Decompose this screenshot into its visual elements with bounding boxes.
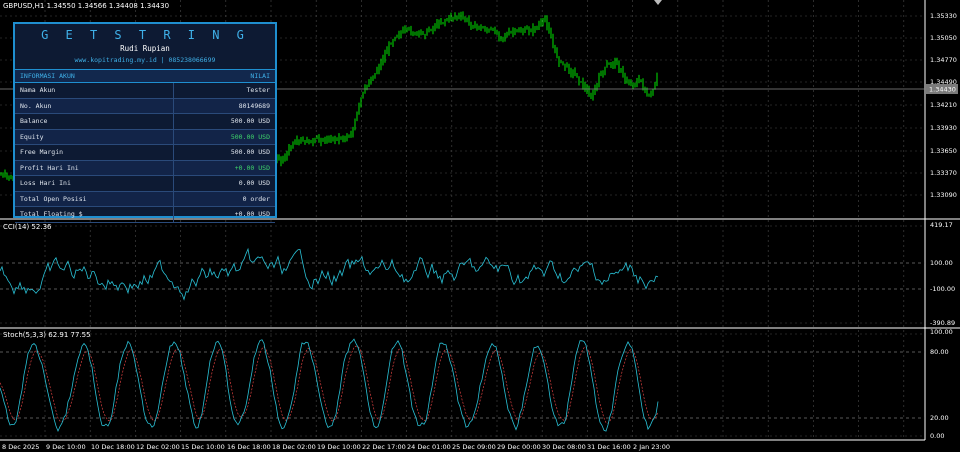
row-label: Equity [15,129,174,145]
row-value: 500.00 USD [172,144,275,161]
time-tick: 18 Dec 02:00 [272,443,316,451]
stoch-tick: 20.00 [930,414,949,422]
time-tick: 22 Dec 17:00 [362,443,406,451]
time-scale: 8 Dec 2025 9 Dec 10:00 10 Dec 18:00 12 D… [2,443,670,451]
cci-tick: -100.00 [930,285,955,293]
price-tick: 1.35050 [930,34,957,42]
row-label: No. Akun [15,98,174,114]
time-tick: 30 Dec 08:00 [542,443,586,451]
row-label: Profit Hari Ini [15,160,174,176]
account-info-table: INFORMASI AKUN NILAI Nama Akun Tester No… [15,69,275,223]
row-label: Total Open Posisi [15,191,174,207]
row-label: Free Margin [15,144,174,161]
time-tick: 9 Dec 10:00 [46,443,86,451]
row-label: Total Floating $ [15,206,174,223]
price-tick: 1.33090 [930,191,957,199]
header-label: INFORMASI AKUN [15,69,174,83]
table-row: Nama Akun Tester [15,82,275,99]
cci-line[interactable] [0,247,659,301]
row-value: 500.00 USD [172,113,275,130]
row-value: 0 order [172,191,275,207]
time-tick: 12 Dec 02:00 [136,443,180,451]
table-header: INFORMASI AKUN NILAI [15,69,275,83]
cci-tick: 419.17 [930,221,953,229]
table-row: Loss Hari Ini 0.00 USD [15,175,275,192]
time-tick: 16 Dec 18:00 [227,443,271,451]
owner-name: Rudi Rupian [120,44,170,53]
time-tick: 2 Jan 23:00 [633,443,670,451]
row-value: 500.00 USD [172,129,275,145]
header-value: NILAI [173,69,275,83]
row-label: Nama Akun [15,82,174,99]
row-value: +0.00 USD [172,206,275,223]
shift-marker-icon[interactable] [654,0,662,5]
contact-info: www.kopitrading.my.id | 085238066699 [74,56,216,64]
table-row: No. Akun 80149689 [15,98,275,114]
table-row: Balance 500.00 USD [15,113,275,130]
cci-label: CCI(14) 52.36 [3,223,52,231]
price-tick: 1.33370 [930,169,957,177]
account-info-panel: G E T S T R I N G Rudi Rupian www.kopitr… [13,22,277,223]
stoch-tick: 100.00 [930,328,953,336]
table-row: Equity 500.00 USD [15,129,275,145]
price-scale: 1.35330 1.35050 1.34770 1.34490 1.34210 … [930,12,957,199]
time-tick: 8 Dec 2025 [2,443,39,451]
table-row: Profit Hari Ini +0.00 USD [15,160,275,176]
time-tick: 24 Dec 01:00 [407,443,451,451]
time-tick: 31 Dec 16:00 [587,443,631,451]
cci-tick: 100.00 [930,259,953,267]
current-price-label: 1.34430 [929,86,956,94]
stoch-tick: 0.00 [930,432,944,440]
row-value: +0.00 USD [172,160,275,176]
brand-title: G E T S T R I N G [41,28,249,42]
price-tick: 1.33930 [930,124,957,132]
symbol-info: GBPUSD,H1 1.34550 1.34566 1.34408 1.3443… [3,2,169,10]
price-tick: 1.35330 [930,12,957,20]
row-label: Loss Hari Ini [15,175,174,192]
time-tick: 10 Dec 18:00 [91,443,135,451]
time-tick: 19 Dec 10:00 [317,443,361,451]
price-tick: 1.34770 [930,56,957,64]
row-value: 80149689 [172,98,275,114]
price-tick: 1.34210 [930,101,957,109]
time-tick: 15 Dec 10:00 [181,443,225,451]
time-tick: 29 Dec 00:00 [497,443,541,451]
row-value: Tester [172,82,275,99]
cci-tick: -390.89 [930,319,955,327]
row-label: Balance [15,113,174,130]
table-row: Total Open Posisi 0 order [15,191,275,207]
price-tick: 1.33650 [930,147,957,155]
stoch-tick: 80.00 [930,348,949,356]
stoch-main-line[interactable] [0,338,659,433]
table-row: Total Floating $ +0.00 USD [15,206,275,223]
table-row: Free Margin 500.00 USD [15,144,275,161]
price-tick: 1.34490 [930,78,957,86]
time-tick: 25 Dec 09:00 [452,443,496,451]
stoch-label: Stoch(5,3,3) 62.91 77.55 [3,331,91,339]
row-value: 0.00 USD [172,175,275,192]
